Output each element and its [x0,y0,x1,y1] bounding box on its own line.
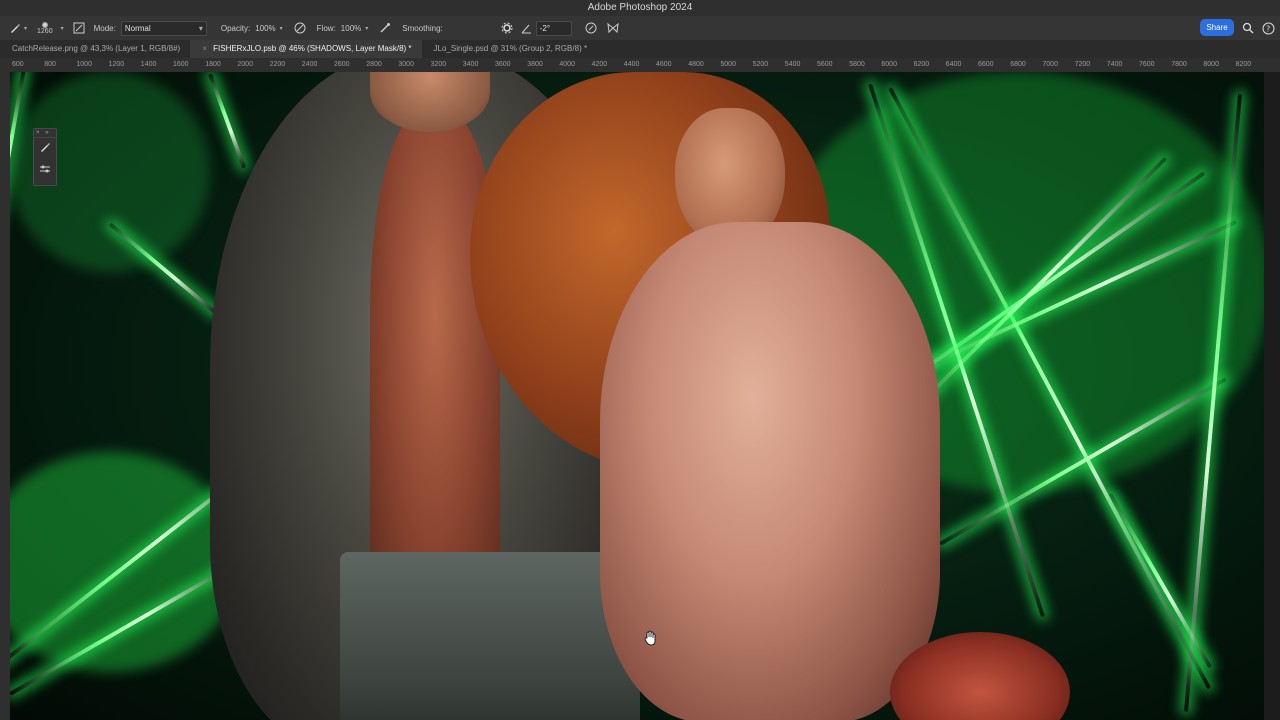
ruler-tick-label: 600 [12,61,24,68]
smoothing-input[interactable] [447,20,490,36]
ruler-tick-label: 3800 [527,61,543,68]
ruler-tick-label: 7800 [1171,61,1187,68]
opacity-label: Opacity: [220,23,251,33]
brush-size-picker[interactable]: 1260 [37,21,53,35]
ruler-tick-label: 6000 [881,61,897,68]
ruler-tick-label: 8200 [1235,61,1252,68]
chevron-down-icon[interactable]: ▾ [280,25,283,32]
ruler-tick-label: 6800 [1010,61,1026,68]
adjustments-button[interactable] [34,160,56,182]
ruler-tick-label: 7200 [1074,61,1091,68]
angle-input[interactable]: -2° [535,20,572,36]
brush-tool-button[interactable] [34,138,56,160]
ruler-tick-label: 8000 [1203,61,1219,68]
ruler-tick-label: 1200 [108,61,125,68]
ruler-tick-label: 5000 [720,61,736,68]
flow-label: Flow: [316,23,336,33]
mode-label: Mode: [93,23,116,33]
sliders-icon [39,162,51,180]
collapse-icon[interactable]: » [45,130,48,136]
tool-preset-picker[interactable]: ▾ [8,21,27,35]
ruler-tick-label: 4000 [559,61,575,68]
panel-header[interactable]: × » [34,129,56,138]
window-title: Adobe Photoshop 2024 [0,0,1280,16]
ruler-tick-label: 2000 [237,61,253,68]
hand-icon [644,630,660,648]
ruler-tick-label: 800 [44,61,56,68]
chevron-down-icon: ▾ [24,25,28,32]
jeans [340,552,640,720]
ruler-tick-label: 1400 [140,61,157,68]
flow-value[interactable]: 100% [341,24,361,33]
svg-text:?: ? [1266,24,1270,33]
ruler-tick-label: 2600 [334,61,350,68]
mode-value: Normal [124,23,151,33]
ruler-tick-label: 3600 [495,61,511,68]
butterfly-icon[interactable] [606,21,620,35]
tab-label: FISHERxJLO.psb @ 46% (SHADOWS, Layer Mas… [213,44,412,53]
laser-beam [208,73,247,169]
close-icon[interactable]: × [36,130,40,136]
ruler-tick-label: 4600 [656,61,672,68]
opacity-value[interactable]: 100% [255,24,275,33]
airbrush-icon[interactable] [378,21,392,35]
brush-size-value: 1260 [37,27,53,35]
horizontal-ruler[interactable]: 600 800 1000 1200 1400 1600 1800 2000 2200 2400 26… [0,58,1280,73]
flow-control: Flow: 100% ▾ [317,24,369,33]
ruler-tick-label: 2200 [269,61,286,68]
floating-tool-panel: × » [33,128,57,186]
search-icon[interactable] [1240,20,1256,36]
ruler-tick-label: 5600 [817,61,833,68]
smoothing-control: Smoothing: [402,20,490,36]
ruler-tick-label: 2800 [366,61,382,68]
ruler-tick-label: 3400 [462,61,479,68]
image-canvas[interactable]: × » [10,72,1264,720]
tab-label: CatchRelease.png @ 43,3% (Layer 1, RGB/8… [12,44,181,53]
smoothing-label: Smoothing: [402,23,443,33]
mode-select[interactable]: Normal ▾ [120,20,207,36]
ruler-tick-label: 5800 [849,61,865,68]
green-light-glow [10,452,240,672]
gear-icon[interactable] [500,21,514,35]
document-tabs: CatchRelease.png @ 43,3% (Layer 1, RGB/8… [0,40,1280,58]
ruler-tick-label: 7000 [1042,61,1058,68]
brush-icon [8,21,22,35]
help-icon[interactable]: ? [1260,20,1276,36]
pressure-size-icon[interactable] [584,21,598,35]
ruler-tick-label: 6400 [945,61,962,68]
chevron-down-icon[interactable]: ▾ [365,25,368,32]
brush-icon [39,140,51,158]
ruler-tick-label: 4200 [591,61,608,68]
ruler-tick-label: 5400 [784,61,801,68]
ruler-tick-label: 1800 [205,61,221,68]
ruler-tick-label: 4400 [623,61,640,68]
document-tab[interactable]: JLo_Single.psd @ 31% (Group 2, RGB/8) * [422,40,598,58]
close-icon[interactable]: × [202,40,207,58]
ruler-tick-label: 2400 [301,61,318,68]
share-button[interactable]: Share [1200,19,1234,36]
angle-icon [520,21,534,35]
ruler-tick-label: 7400 [1106,61,1123,68]
document-tab[interactable]: CatchRelease.png @ 43,3% (Layer 1, RGB/8… [0,40,190,58]
ruler-tick-label: 6200 [913,61,930,68]
ruler-tick-label: 4800 [688,61,704,68]
pressure-opacity-icon[interactable] [293,21,307,35]
ruler-tick-label: 3000 [398,61,414,68]
options-bar: ▾ 1260 ▾ Mode: Normal ▾ Opacity: 100% ▾ … [0,16,1280,40]
tab-label: JLo_Single.psd @ 31% (Group 2, RGB/8) * [433,44,588,53]
ruler-tick-label: 5200 [752,61,769,68]
panel-edge [1264,72,1280,720]
document-tab-active[interactable]: × FISHERxJLO.psb @ 46% (SHADOWS, Layer M… [190,40,422,58]
ruler-tick-label: 6600 [978,61,994,68]
opacity-control: Opacity: 100% ▾ [221,24,283,33]
mode-control: Mode: Normal ▾ [93,20,207,36]
chevron-down-icon[interactable]: ▾ [61,25,64,32]
ruler-tick-label: 1000 [76,61,92,68]
ruler-tick-label: 3200 [430,61,447,68]
ruler-tick-label: 1600 [173,61,189,68]
ruler-tick-label: 7600 [1139,61,1155,68]
brush-settings-icon[interactable] [72,21,86,35]
chevron-down-icon: ▾ [198,23,203,33]
